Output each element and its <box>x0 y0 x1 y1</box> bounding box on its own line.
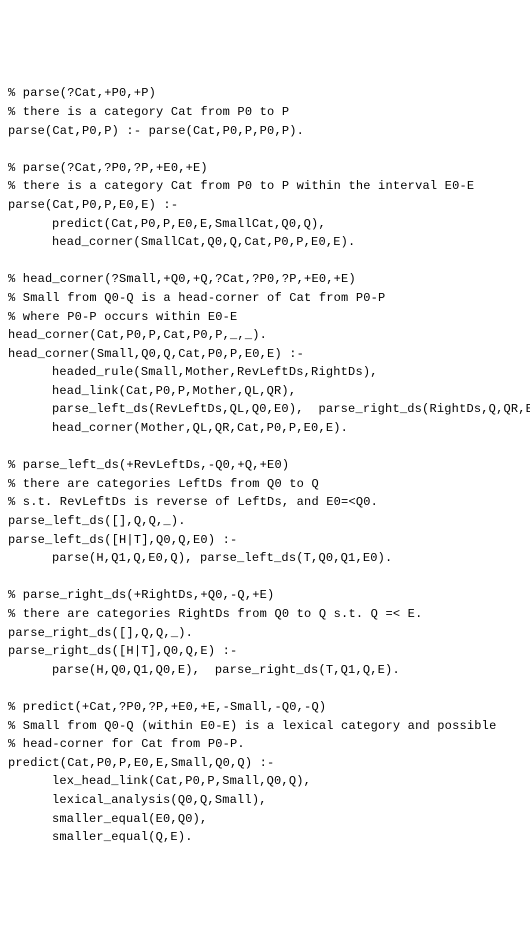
code-line: % there are categories LeftDs from Q0 to… <box>8 475 522 494</box>
code-line: parse_right_ds([H|T],Q0,Q,E) :- <box>8 642 522 661</box>
code-line: % Small from Q0-Q is a head-corner of Ca… <box>8 289 522 308</box>
code-line: parse(Cat,P0,P,E0,E) :- <box>8 196 522 215</box>
code-line: % parse_right_ds(+RightDs,+Q0,-Q,+E) <box>8 586 522 605</box>
code-line: % there is a category Cat from P0 to P w… <box>8 177 522 196</box>
code-line: % where P0-P occurs within E0-E <box>8 308 522 327</box>
code-line <box>8 252 522 271</box>
code-line: smaller_equal(E0,Q0), <box>8 810 522 829</box>
code-line: % s.t. RevLeftDs is reverse of LeftDs, a… <box>8 493 522 512</box>
code-line: head_link(Cat,P0,P,Mother,QL,QR), <box>8 382 522 401</box>
code-line: % head_corner(?Small,+Q0,+Q,?Cat,?P0,?P,… <box>8 270 522 289</box>
code-line: % parse_left_ds(+RevLeftDs,-Q0,+Q,+E0) <box>8 456 522 475</box>
code-line: predict(Cat,P0,P,E0,E,SmallCat,Q0,Q), <box>8 215 522 234</box>
code-line <box>8 438 522 457</box>
code-line: parse_left_ds([H|T],Q0,Q,E0) :- <box>8 531 522 550</box>
code-line: parse(H,Q1,Q,E0,Q), parse_left_ds(T,Q0,Q… <box>8 549 522 568</box>
code-line: head_corner(Cat,P0,P,Cat,P0,P,_,_). <box>8 326 522 345</box>
code-line: parse_left_ds([],Q,Q,_). <box>8 512 522 531</box>
code-line <box>8 140 522 159</box>
code-line: head_corner(Mother,QL,QR,Cat,P0,P,E0,E). <box>8 419 522 438</box>
code-line <box>8 568 522 587</box>
code-line: predict(Cat,P0,P,E0,E,Small,Q0,Q) :- <box>8 754 522 773</box>
code-line: head_corner(Small,Q0,Q,Cat,P0,P,E0,E) :- <box>8 345 522 364</box>
code-line: parse(Cat,P0,P) :- parse(Cat,P0,P,P0,P). <box>8 122 522 141</box>
code-line: lex_head_link(Cat,P0,P,Small,Q0,Q), <box>8 772 522 791</box>
code-line: smaller_equal(Q,E). <box>8 828 522 847</box>
code-listing: % parse(?Cat,+P0,+P)% there is a categor… <box>8 84 522 846</box>
code-line: head_corner(SmallCat,Q0,Q,Cat,P0,P,E0,E)… <box>8 233 522 252</box>
code-line: % there are categories RightDs from Q0 t… <box>8 605 522 624</box>
code-line <box>8 679 522 698</box>
code-line: % head-corner for Cat from P0-P. <box>8 735 522 754</box>
code-line: headed_rule(Small,Mother,RevLeftDs,Right… <box>8 363 522 382</box>
code-line: % parse(?Cat,+P0,+P) <box>8 84 522 103</box>
code-line: % parse(?Cat,?P0,?P,+E0,+E) <box>8 159 522 178</box>
code-line: % there is a category Cat from P0 to P <box>8 103 522 122</box>
code-line: parse_right_ds([],Q,Q,_). <box>8 624 522 643</box>
code-line: % Small from Q0-Q (within E0-E) is a lex… <box>8 717 522 736</box>
code-line: lexical_analysis(Q0,Q,Small), <box>8 791 522 810</box>
code-line: parse(H,Q0,Q1,Q0,E), parse_right_ds(T,Q1… <box>8 661 522 680</box>
code-line: parse_left_ds(RevLeftDs,QL,Q0,E0), parse… <box>8 400 522 419</box>
